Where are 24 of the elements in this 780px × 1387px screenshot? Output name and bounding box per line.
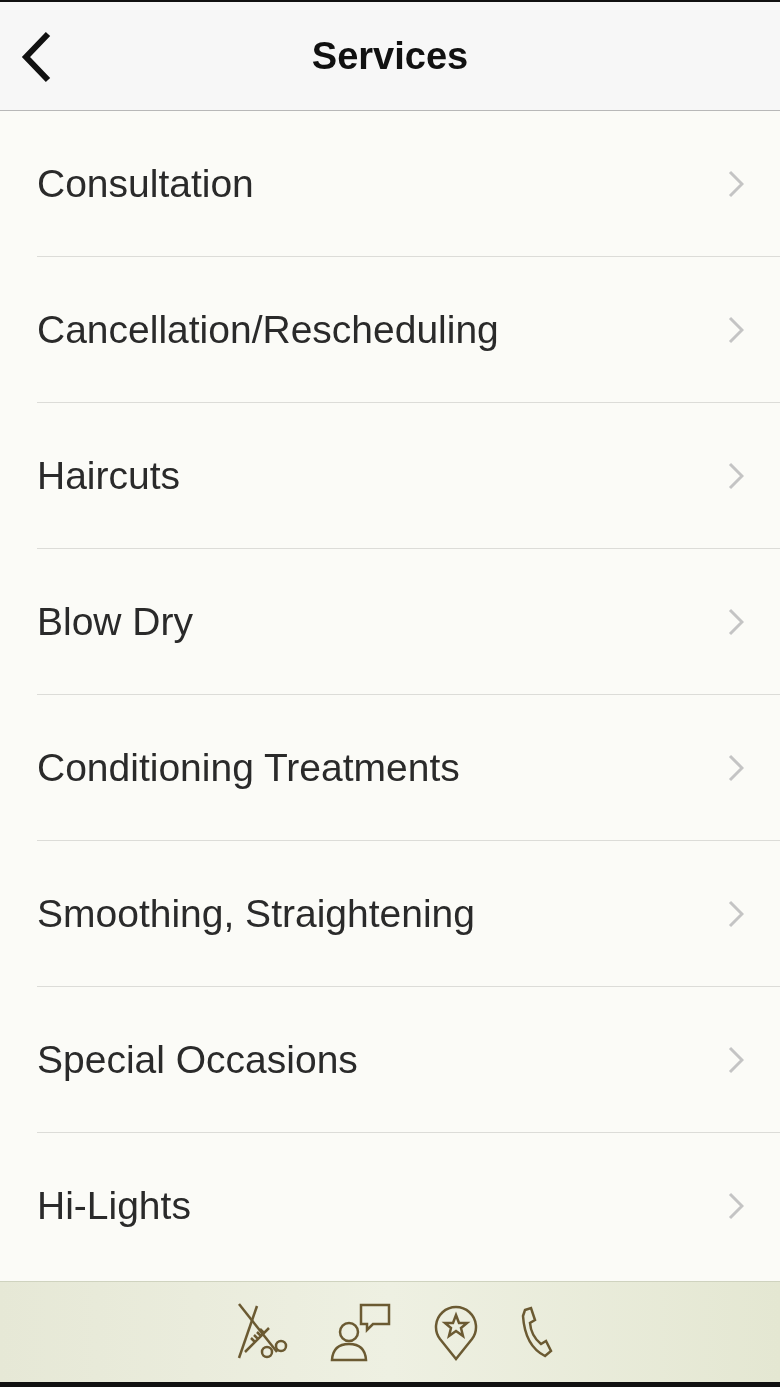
- service-item[interactable]: Consultation: [37, 111, 780, 257]
- stylist-chat-tab[interactable]: [329, 1302, 393, 1362]
- service-item[interactable]: Hi-Lights: [37, 1133, 780, 1278]
- service-item[interactable]: Special Occasions: [37, 987, 780, 1133]
- service-item[interactable]: Haircuts: [37, 403, 780, 549]
- chevron-icon: [728, 461, 744, 490]
- chevron-icon: [728, 899, 744, 928]
- service-item[interactable]: Smoothing, Straightening: [37, 841, 780, 987]
- screen-title: Services: [311, 34, 469, 78]
- star-pin-icon: [433, 1303, 479, 1361]
- chevron-icon: [728, 753, 744, 782]
- service-item[interactable]: Cancellation/Rescheduling: [37, 257, 780, 403]
- back-icon: [20, 31, 52, 83]
- chevron-icon: [728, 1045, 744, 1074]
- phone-icon: [519, 1306, 553, 1358]
- chevron-icon: [728, 1191, 744, 1220]
- service-item[interactable]: Conditioning Treatments: [37, 695, 780, 841]
- call-tab[interactable]: [519, 1306, 553, 1358]
- chevron-icon: [728, 169, 744, 198]
- chevron-icon: [728, 607, 744, 636]
- person-speech-icon: [329, 1302, 393, 1362]
- service-item[interactable]: Blow Dry: [37, 549, 780, 695]
- chevron-icon: [728, 315, 744, 344]
- location-tab[interactable]: [433, 1303, 479, 1361]
